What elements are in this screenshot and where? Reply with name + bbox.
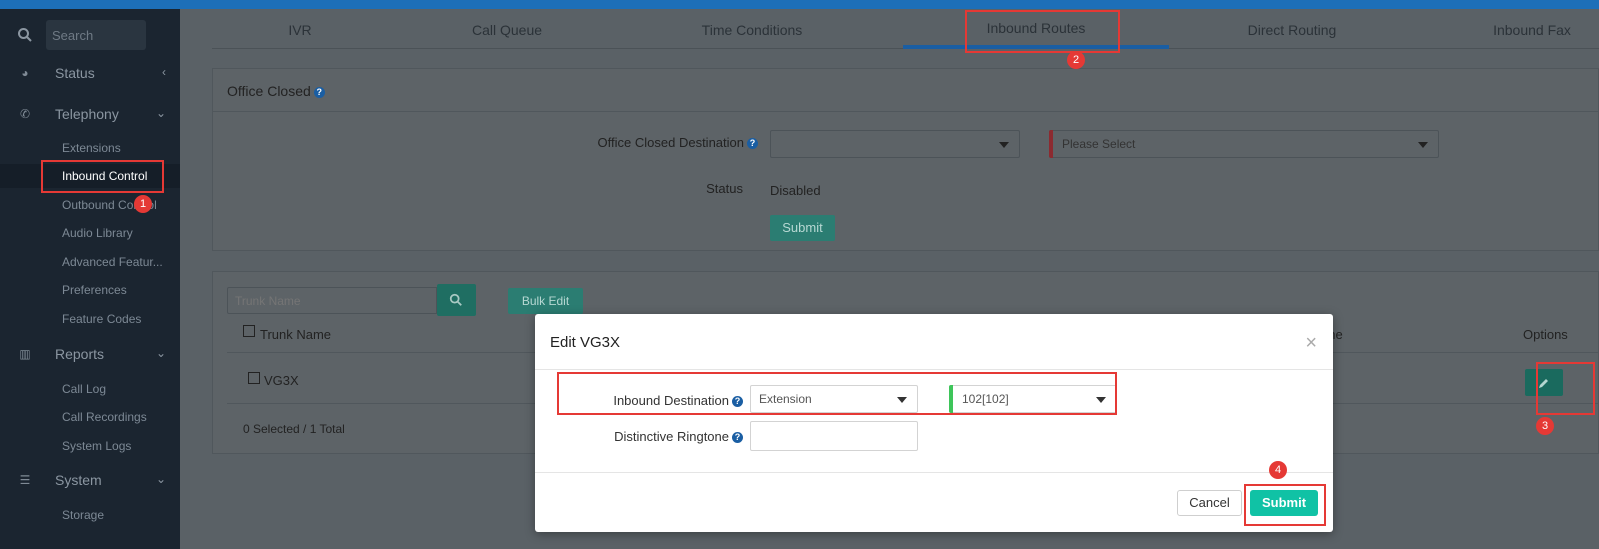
help-icon[interactable]: ? — [732, 432, 743, 444]
sidebar-group-reports[interactable]: ▥ Reports ⌄ — [0, 339, 180, 369]
search-icon — [18, 28, 32, 42]
sidebar-item-storage[interactable]: Storage — [0, 503, 180, 527]
caret-down-icon — [999, 142, 1009, 148]
sidebar-group-label: System — [55, 472, 102, 488]
annotation-badge: 2 — [1067, 51, 1085, 69]
office-closed-destination-text: Office Closed Destination — [597, 135, 744, 150]
col-trunk-name: Trunk Name — [260, 327, 332, 342]
office-closed-destination-label: Office Closed Destination? — [553, 135, 758, 150]
sidebar-item-advanced-features[interactable]: Advanced Featur... — [0, 250, 180, 274]
trunk-name-cell: VG3X — [264, 373, 299, 388]
chevron-down-icon: ⌄ — [155, 106, 166, 120]
divider — [535, 369, 1333, 370]
office-closed-title: Office Closed — [227, 83, 311, 99]
ringtone-label: Distinctive Ringtone? — [575, 429, 743, 444]
office-closed-submit-button[interactable]: Submit — [770, 215, 835, 241]
status-value: Disabled — [770, 183, 821, 198]
sidebar-group-label: Telephony — [55, 106, 119, 122]
annotation-box-submit — [1244, 484, 1326, 526]
divider — [535, 472, 1333, 473]
select-all-checkbox[interactable] — [243, 325, 255, 337]
dashboard-icon: ◕ — [21, 66, 29, 80]
annotation-box-inbound-routes — [965, 10, 1120, 53]
sidebar-group-system[interactable]: ☰ System ⌄ — [0, 465, 180, 495]
selection-summary: 0 Selected / 1 Total — [243, 422, 345, 436]
sidebar-item-call-log[interactable]: Call Log — [0, 377, 180, 401]
ringtone-text: Distinctive Ringtone — [614, 429, 729, 444]
annotation-box-inbound-destination — [557, 372, 1117, 415]
bulk-edit-button[interactable]: Bulk Edit — [508, 288, 583, 314]
tab-bar: IVR Call Queue Time Conditions Inbound R… — [212, 9, 1599, 49]
sidebar-item-extensions[interactable]: Extensions — [0, 136, 180, 160]
tab-direct-routing[interactable]: Direct Routing — [1212, 9, 1372, 49]
row-checkbox[interactable] — [248, 372, 260, 384]
sidebar-item-system-logs[interactable]: System Logs — [0, 434, 180, 458]
ringtone-input[interactable] — [750, 421, 918, 451]
required-marker — [1049, 130, 1053, 158]
tab-time-conditions[interactable]: Time Conditions — [672, 9, 832, 49]
status-label: Status — [706, 181, 743, 196]
top-banner — [0, 0, 1599, 9]
chevron-left-icon: ‹ — [162, 65, 166, 79]
select-value: Please Select — [1062, 137, 1136, 151]
col-options: Options — [1523, 327, 1568, 342]
sidebar-item-feature-codes[interactable]: Feature Codes — [0, 307, 180, 331]
search-icon — [449, 293, 462, 306]
annotation-badge: 3 — [1536, 417, 1554, 435]
trunk-search-input[interactable] — [227, 287, 437, 314]
chevron-down-icon: ⌄ — [155, 346, 166, 360]
tab-inbound-fax[interactable]: Inbound Fax — [1462, 9, 1599, 49]
sidebar: ◕ Status ‹ ✆ Telephony ⌄ Extensions Inbo… — [0, 9, 180, 549]
annotation-box-edit — [1536, 362, 1595, 415]
list-icon: ☰ — [19, 473, 31, 487]
annotation-box-inbound-control — [41, 160, 164, 193]
office-closed-target-select[interactable]: Please Select — [1049, 130, 1439, 158]
sidebar-search — [0, 19, 180, 51]
cancel-button[interactable]: Cancel — [1177, 490, 1242, 516]
caret-down-icon — [1418, 142, 1428, 148]
trunk-search-button[interactable] — [437, 284, 476, 316]
sidebar-item-audio-library[interactable]: Audio Library — [0, 221, 180, 245]
sidebar-search-input[interactable] — [46, 20, 146, 50]
tab-ivr[interactable]: IVR — [245, 9, 355, 49]
divider — [213, 111, 1599, 112]
annotation-badge: 4 — [1269, 461, 1287, 479]
sidebar-group-label: Status — [55, 65, 95, 81]
panel-title: Office Closed? — [227, 83, 325, 99]
help-icon[interactable]: ? — [747, 138, 758, 150]
phone-icon: ✆ — [19, 107, 31, 121]
chevron-down-icon: ⌄ — [155, 472, 166, 486]
bar-chart-icon: ▥ — [19, 347, 31, 361]
edit-trunk-modal: Edit VG3X × Inbound Destination? Extensi… — [535, 314, 1333, 532]
help-icon[interactable]: ? — [313, 86, 325, 98]
sidebar-group-status[interactable]: ◕ Status ‹ — [0, 58, 180, 88]
close-icon[interactable]: × — [1305, 332, 1317, 355]
office-closed-destination-select[interactable] — [770, 130, 1020, 158]
office-closed-panel: Office Closed? Office Closed Destination… — [212, 68, 1599, 251]
sidebar-group-telephony[interactable]: ✆ Telephony ⌄ — [0, 99, 180, 129]
annotation-badge: 1 — [134, 195, 152, 213]
sidebar-item-call-recordings[interactable]: Call Recordings — [0, 405, 180, 429]
tab-call-queue[interactable]: Call Queue — [432, 9, 582, 49]
modal-title: Edit VG3X — [550, 334, 621, 351]
sidebar-group-label: Reports — [55, 346, 105, 362]
sidebar-item-outbound-control[interactable]: Outbound Control — [0, 193, 180, 217]
sidebar-item-preferences[interactable]: Preferences — [0, 278, 180, 302]
